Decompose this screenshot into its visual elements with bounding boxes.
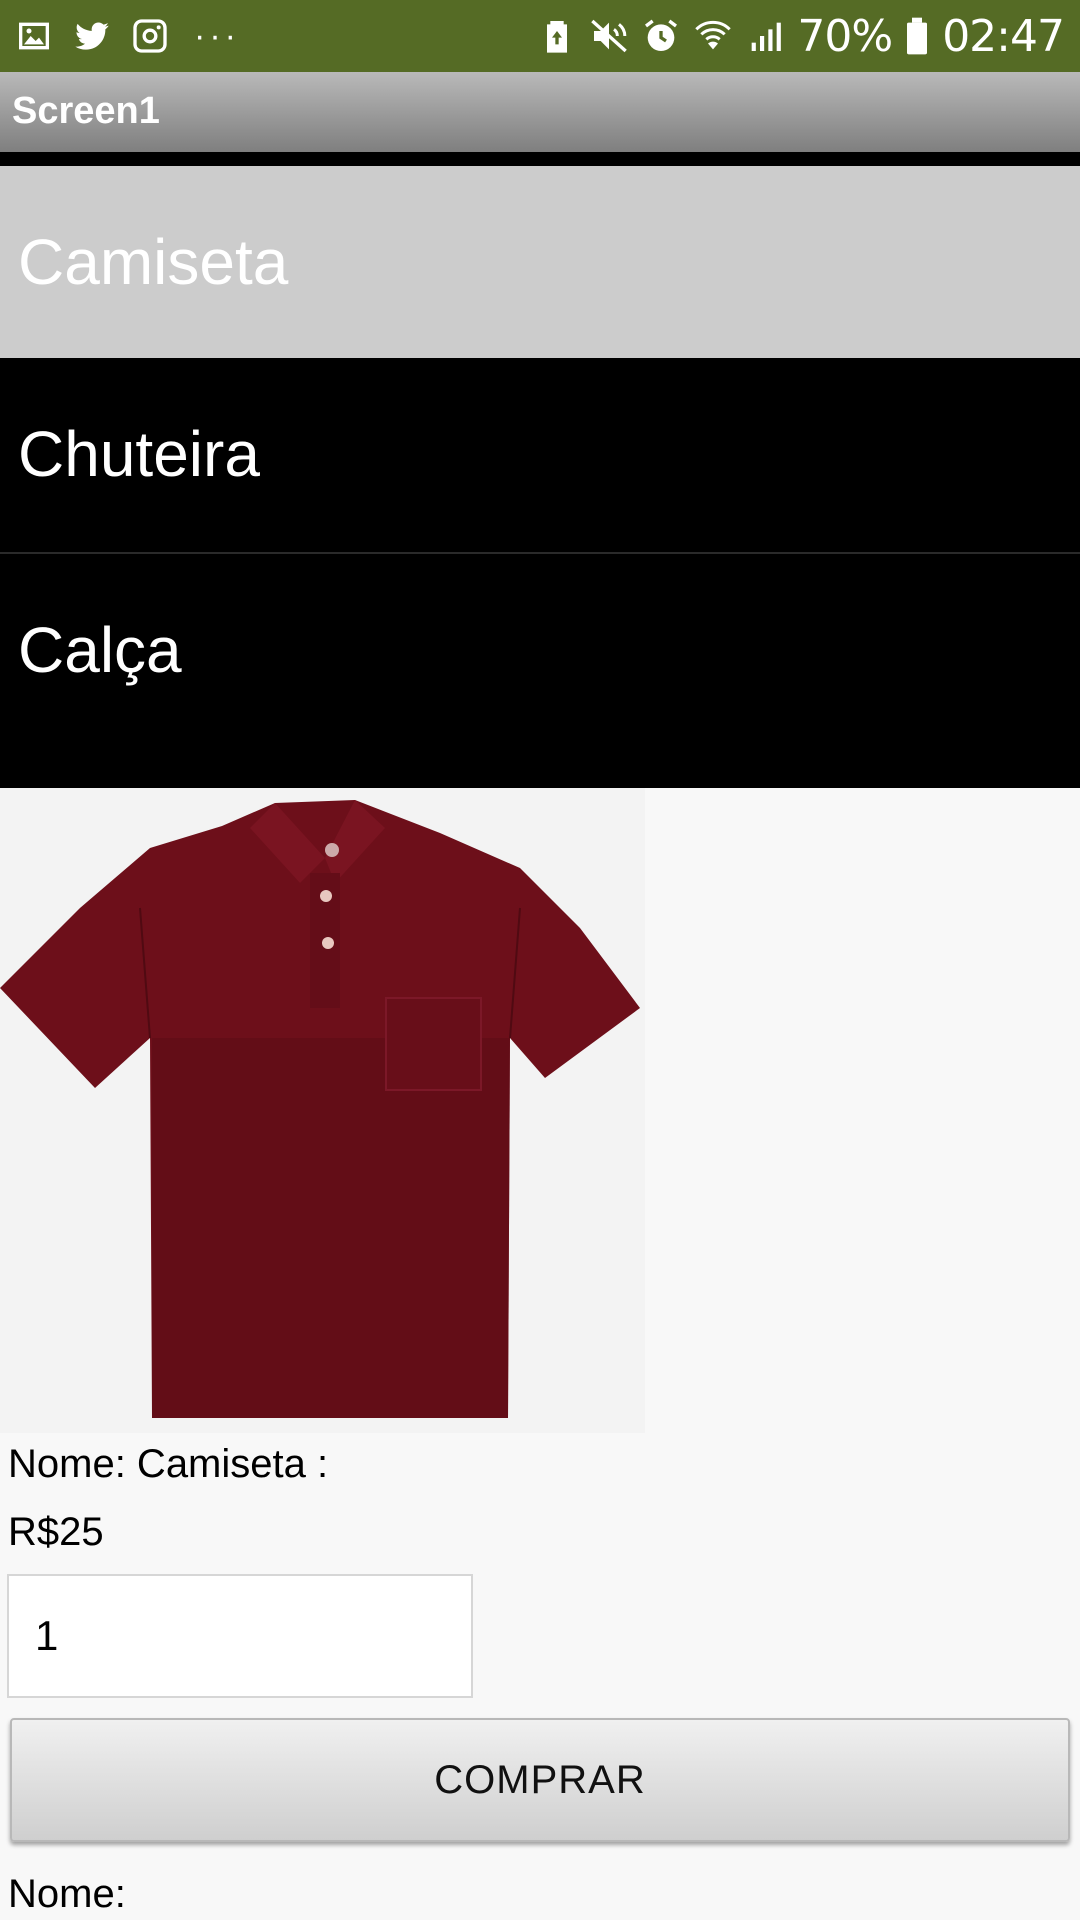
list-item-label: Camiseta	[18, 226, 289, 298]
mute-icon	[589, 16, 629, 56]
status-bar: ··· 70% 02:47	[0, 0, 1080, 72]
wifi-icon	[693, 16, 733, 56]
twitter-icon	[72, 16, 112, 56]
instagram-icon	[130, 16, 170, 56]
list-item-camiseta[interactable]: Camiseta	[0, 166, 1080, 358]
screen-title: Screen1	[12, 90, 160, 132]
alarm-icon	[641, 16, 681, 56]
title-bar-divider	[0, 152, 1080, 166]
image-icon	[14, 16, 54, 56]
battery-percent: 70%	[797, 10, 893, 62]
list-item-label: Calça	[18, 614, 182, 686]
list-item-label: Chuteira	[18, 418, 260, 490]
product-price-label: R$25	[8, 1510, 104, 1554]
status-time: 02:47	[942, 10, 1065, 62]
title-bar: Screen1	[0, 72, 1080, 152]
product-name-label: Nome: Camiseta :	[8, 1442, 329, 1486]
quantity-input[interactable]	[7, 1574, 473, 1698]
battery-icon	[904, 16, 930, 56]
status-bar-notifications: ···	[14, 12, 240, 60]
status-bar-system: 70% 02:47	[537, 10, 1065, 62]
product-list[interactable]: Camiseta Chuteira Calça	[0, 166, 1080, 788]
signal-icon	[745, 16, 785, 56]
list-item-calca[interactable]: Calça	[0, 554, 1080, 746]
footer-name-label: Nome:	[8, 1872, 126, 1916]
battery-saver-icon	[537, 16, 577, 56]
list-item-chuteira[interactable]: Chuteira	[0, 358, 1080, 550]
polo-shirt-image	[0, 788, 645, 1433]
product-image	[0, 788, 645, 1433]
comprar-button[interactable]: COMPRAR	[10, 1718, 1070, 1842]
more-notifications-icon: ···	[194, 17, 240, 55]
